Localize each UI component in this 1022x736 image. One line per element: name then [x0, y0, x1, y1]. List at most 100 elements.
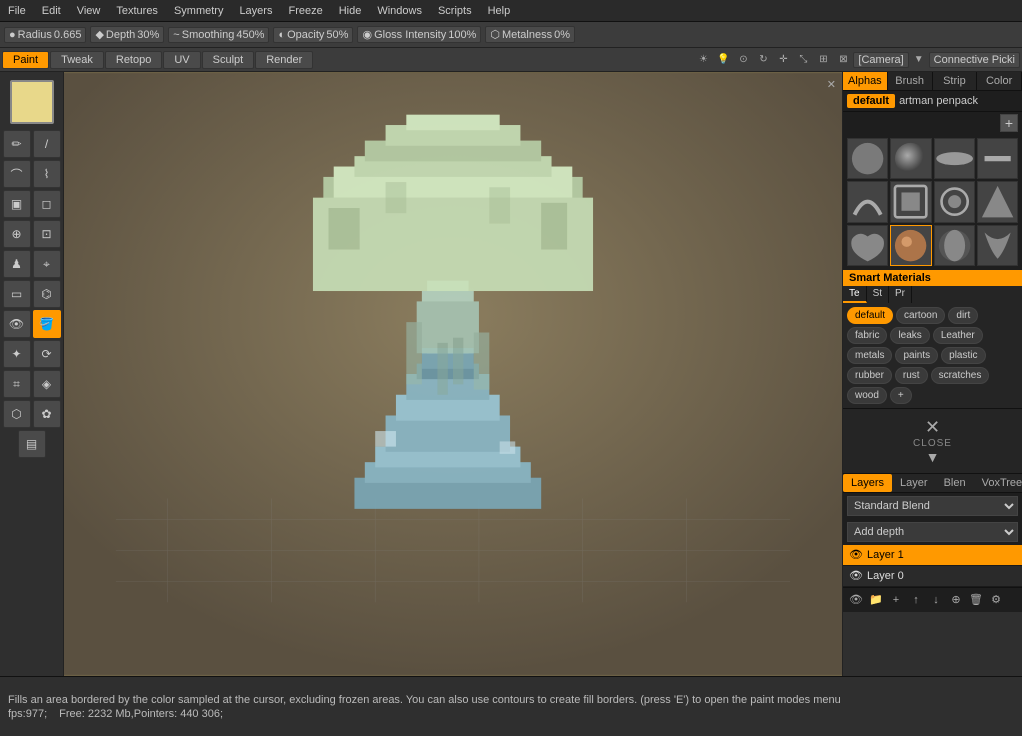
smear-tool[interactable]: ⌇: [33, 160, 61, 188]
draw-tool[interactable]: ✏: [3, 130, 31, 158]
bulb-icon[interactable]: 💡: [714, 51, 732, 69]
env-icon[interactable]: ⊙: [734, 51, 752, 69]
line-tool[interactable]: /: [33, 130, 61, 158]
mat-tag-paints[interactable]: paints: [895, 347, 938, 364]
menu-textures[interactable]: Textures: [108, 3, 166, 19]
alpha-cell-3[interactable]: [934, 138, 975, 179]
tab-sculpt[interactable]: Sculpt: [202, 51, 255, 69]
mat-tag-metals[interactable]: metals: [847, 347, 892, 364]
snap-icon[interactable]: ⊠: [834, 51, 852, 69]
tab-alphas[interactable]: Alphas: [843, 72, 888, 90]
menu-layers[interactable]: Layers: [231, 3, 280, 19]
settings-layer-icon[interactable]: ⚙: [987, 591, 1005, 609]
erase-tool[interactable]: ◻: [33, 190, 61, 218]
mat-tag-plastic[interactable]: plastic: [941, 347, 985, 364]
mat-tag-rubber[interactable]: rubber: [847, 367, 892, 384]
brush-tool[interactable]: ⌒: [3, 160, 31, 188]
curve-tool[interactable]: ⌬: [33, 280, 61, 308]
menu-windows[interactable]: Windows: [369, 3, 430, 19]
smart-mat-tab-st[interactable]: St: [867, 286, 889, 303]
alpha-cell-6[interactable]: [890, 181, 931, 222]
layer-0-eye-icon[interactable]: 👁: [849, 569, 863, 583]
layers-tab-blen[interactable]: Blen: [936, 474, 974, 492]
depth-control[interactable]: ◆ Depth 30%: [90, 26, 164, 43]
clone-tool[interactable]: ⊕: [3, 220, 31, 248]
select-tool[interactable]: ⊡: [33, 220, 61, 248]
mat-tag-add[interactable]: +: [890, 387, 912, 404]
menu-file[interactable]: File: [0, 3, 34, 19]
mat-tag-leather[interactable]: Leather: [933, 327, 983, 344]
canvas-area[interactable]: ✕: [64, 72, 842, 676]
smoothing-value[interactable]: 450%: [236, 29, 264, 41]
mat-tag-wood[interactable]: wood: [847, 387, 887, 404]
add-alpha-button[interactable]: +: [1000, 114, 1018, 132]
radius-control[interactable]: ● Radius 0.665: [4, 27, 86, 43]
rect-tool[interactable]: ▭: [3, 280, 31, 308]
blend-mode-select[interactable]: Standard Blend: [847, 496, 1018, 516]
eye-bottom-icon[interactable]: 👁: [847, 591, 865, 609]
depth-value[interactable]: 30%: [137, 29, 159, 41]
tab-render[interactable]: Render: [255, 51, 313, 69]
alpha-cell-1[interactable]: [847, 138, 888, 179]
gloss-value[interactable]: 100%: [448, 29, 476, 41]
eyedrop-tool[interactable]: ◈: [33, 370, 61, 398]
menu-help[interactable]: Help: [480, 3, 519, 19]
smoothing-control[interactable]: ~ Smoothing 450%: [168, 27, 269, 43]
tab-retopo[interactable]: Retopo: [105, 51, 162, 69]
warp-tool[interactable]: ⬡: [3, 400, 31, 428]
alpha-cell-4[interactable]: [977, 138, 1018, 179]
alpha-cell-5[interactable]: [847, 181, 888, 222]
mat-tag-dirt[interactable]: dirt: [948, 307, 978, 324]
close-chevron-icon[interactable]: ▼: [926, 449, 940, 465]
mat-tag-leaks[interactable]: leaks: [890, 327, 929, 344]
connective-dropdown[interactable]: Connective Picki: [929, 52, 1020, 68]
opacity-control[interactable]: ◐ Opacity 50%: [273, 27, 353, 43]
close-label[interactable]: CLOSE: [913, 438, 952, 449]
alpha-cell-9[interactable]: [847, 225, 888, 266]
smart-mat-tab-pr[interactable]: Pr: [889, 286, 912, 303]
up-icon[interactable]: ↑: [907, 591, 925, 609]
color-swatch[interactable]: [10, 80, 54, 124]
layer-1-eye-icon[interactable]: 👁: [849, 548, 863, 562]
tab-paint[interactable]: Paint: [2, 51, 49, 69]
gloss-control[interactable]: ◉ Gloss Intensity 100%: [357, 26, 481, 43]
metalness-control[interactable]: ⬡ Metalness 0%: [485, 26, 575, 43]
scale-icon[interactable]: ⤡: [794, 51, 812, 69]
rotate-icon[interactable]: ↻: [754, 51, 772, 69]
add-layer-icon[interactable]: +: [887, 591, 905, 609]
opacity-value[interactable]: 50%: [326, 29, 348, 41]
menu-symmetry[interactable]: Symmetry: [166, 3, 232, 19]
mat-tag-fabric[interactable]: fabric: [847, 327, 887, 344]
canvas-close-btn[interactable]: ✕: [827, 78, 836, 91]
layer-item-0[interactable]: 👁 Layer 0: [843, 566, 1022, 587]
paint-bucket-tool[interactable]: 🪣: [33, 310, 61, 338]
alpha-cell-7[interactable]: [934, 181, 975, 222]
tab-brush[interactable]: Brush: [888, 72, 933, 90]
delete-layer-icon[interactable]: 🗑: [967, 591, 985, 609]
alpha-cell-11[interactable]: [934, 225, 975, 266]
default-badge[interactable]: default: [847, 94, 895, 108]
tab-color[interactable]: Color: [977, 72, 1022, 90]
move-icon[interactable]: ✛: [774, 51, 792, 69]
depth-select[interactable]: Add depth: [847, 522, 1018, 542]
alpha-cell-12[interactable]: [977, 225, 1018, 266]
transform-tool[interactable]: ✦: [3, 340, 31, 368]
mat-tag-scratches[interactable]: scratches: [931, 367, 990, 384]
alpha-cell-2[interactable]: [890, 138, 931, 179]
menu-edit[interactable]: Edit: [34, 3, 69, 19]
layers-tab-layers[interactable]: Layers: [843, 474, 892, 492]
mat-tag-cartoon[interactable]: cartoon: [896, 307, 945, 324]
mat-tag-default[interactable]: default: [847, 307, 893, 324]
menu-freeze[interactable]: Freeze: [280, 3, 330, 19]
sun-icon[interactable]: ☀: [694, 51, 712, 69]
rotate-tool2[interactable]: ⟳: [33, 340, 61, 368]
tab-strip[interactable]: Strip: [933, 72, 978, 90]
tab-tweak[interactable]: Tweak: [50, 51, 104, 69]
layers-tab-voxtree[interactable]: VoxTree: [974, 474, 1022, 492]
radius-value[interactable]: 0.665: [54, 29, 82, 41]
butterfly-tool[interactable]: ✿: [33, 400, 61, 428]
merge-icon[interactable]: ⊕: [947, 591, 965, 609]
ruler-tool[interactable]: ▤: [18, 430, 46, 458]
menu-scripts[interactable]: Scripts: [430, 3, 480, 19]
menu-view[interactable]: View: [69, 3, 109, 19]
